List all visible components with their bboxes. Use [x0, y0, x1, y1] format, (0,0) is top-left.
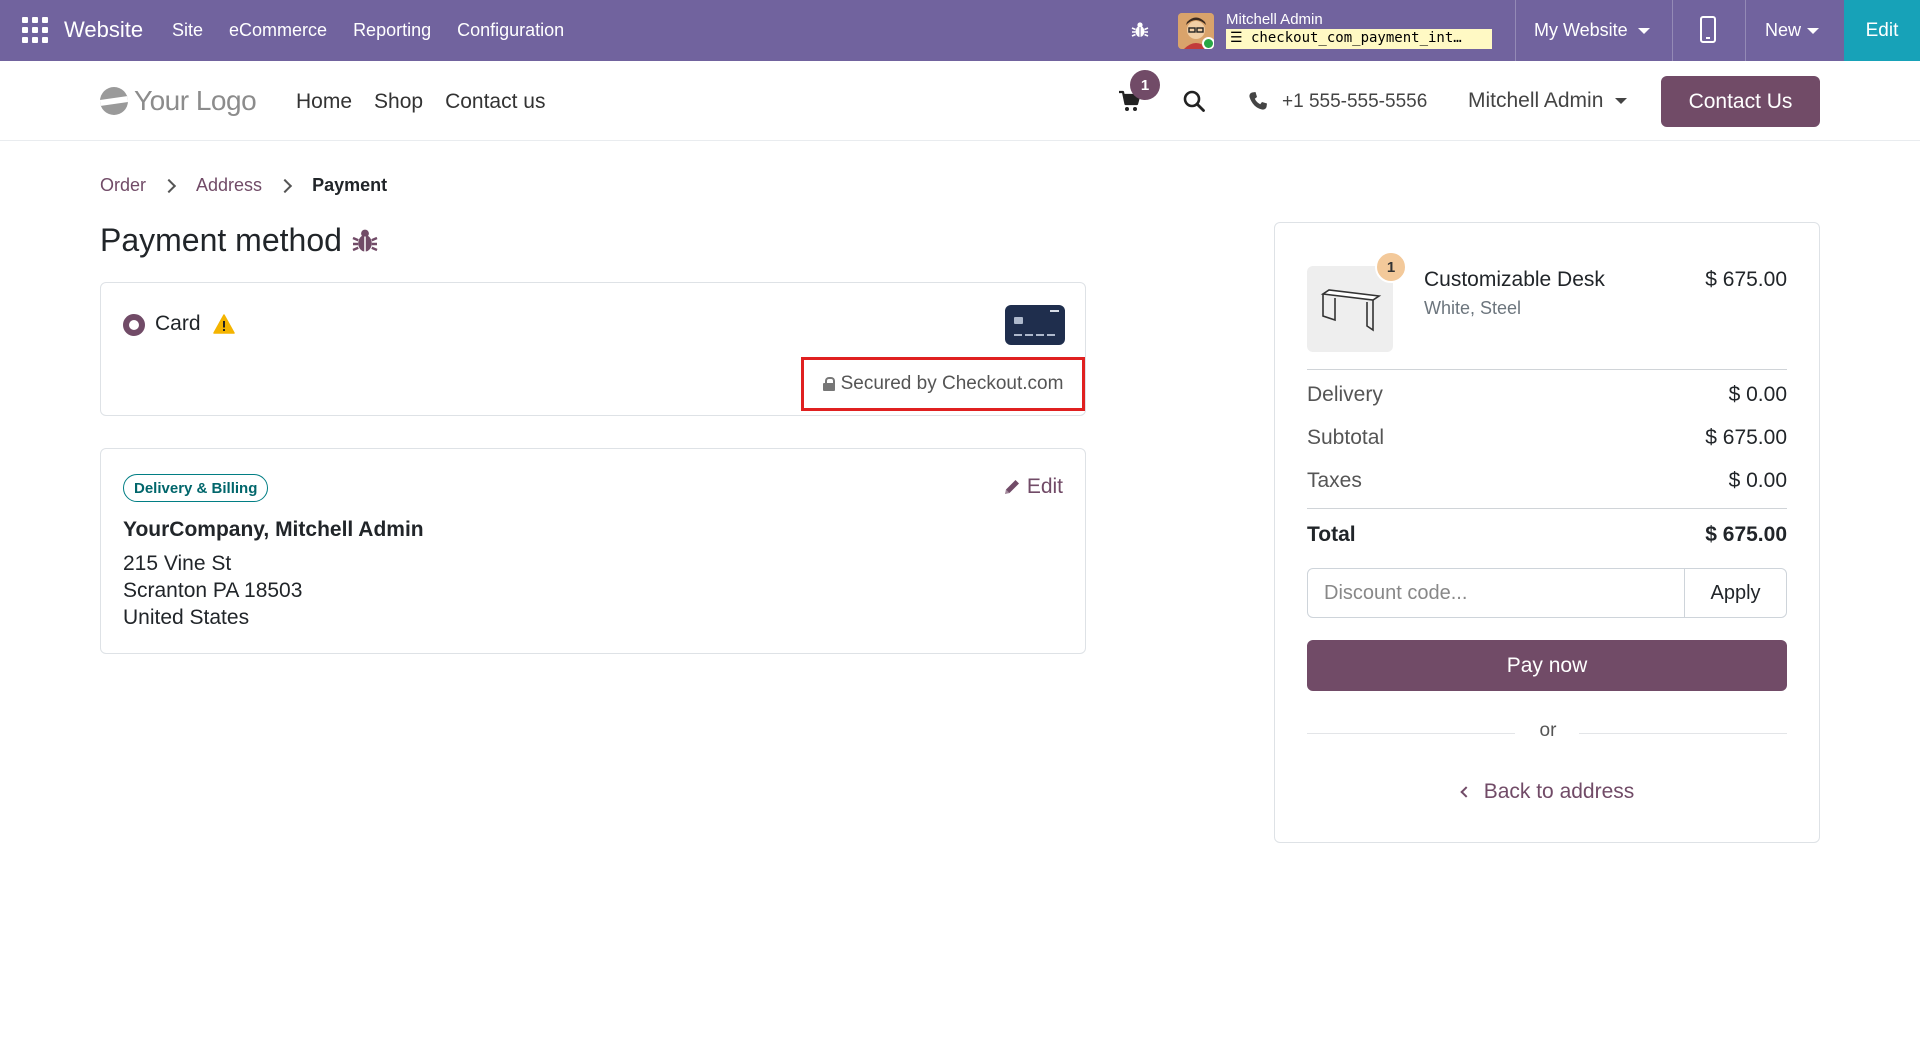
apps-grid-icon[interactable] [22, 17, 48, 43]
debug-bug-icon[interactable] [1130, 20, 1150, 40]
breadcrumb-address[interactable]: Address [196, 175, 262, 196]
secured-by-provider: Secured by Checkout.com [801, 357, 1085, 411]
product-name[interactable]: Customizable Desk [1424, 268, 1605, 292]
total-label: Total [1307, 523, 1356, 546]
discount-form: Apply [1307, 568, 1787, 618]
taxes-value: $ 0.00 [1728, 469, 1787, 492]
menu-site[interactable]: Site [172, 20, 203, 41]
chevron-down-icon [1615, 98, 1628, 104]
search-icon[interactable] [1182, 89, 1206, 113]
user-avatar[interactable] [1178, 13, 1214, 49]
card-label: Card [155, 312, 201, 335]
page-title-text: Payment method [100, 222, 342, 258]
product-quantity-badge: 1 [1375, 251, 1407, 283]
edit-address-link[interactable]: Edit [1003, 475, 1063, 499]
subtotal-value: $ 675.00 [1705, 426, 1787, 449]
apply-discount-button[interactable]: Apply [1684, 569, 1786, 617]
chevron-right-icon [277, 178, 293, 193]
new-content-button[interactable]: New [1765, 20, 1820, 41]
total-value: $ 675.00 [1705, 523, 1787, 546]
pay-now-button[interactable]: Pay now [1307, 640, 1787, 691]
lock-icon [822, 377, 835, 391]
edit-button[interactable]: Edit [1844, 0, 1920, 61]
breadcrumb-order[interactable]: Order [100, 175, 146, 196]
chevron-left-icon [1460, 786, 1472, 798]
new-label: New [1765, 20, 1802, 40]
contact-us-button[interactable]: Contact Us [1661, 76, 1820, 127]
mobile-preview-icon[interactable] [1700, 16, 1716, 43]
address-city: Scranton PA 18503 [123, 579, 303, 602]
total-row: Total $ 675.00 [1307, 523, 1787, 547]
checkout-breadcrumb: Order Address Payment [100, 175, 387, 196]
chevron-down-icon [1637, 27, 1650, 34]
delivery-label: Delivery [1307, 383, 1383, 406]
credit-card-icon [1005, 305, 1065, 345]
chevron-right-icon [161, 178, 177, 193]
admin-menu: Site eCommerce Reporting Configuration [172, 20, 564, 41]
site-nav: Home Shop Contact us [296, 90, 545, 114]
back-to-address-link[interactable]: Back to address [1275, 780, 1821, 804]
warning-icon [213, 314, 235, 334]
menu-ecommerce[interactable]: eCommerce [229, 20, 327, 41]
edit-label: Edit [1026, 475, 1063, 498]
order-summary: 1 Customizable Desk White, Steel $ 675.0… [1274, 222, 1820, 843]
address-name: YourCompany, Mitchell Admin [123, 518, 424, 541]
chevron-down-icon [1807, 27, 1820, 34]
address-street: 215 Vine St [123, 552, 232, 575]
product-price: $ 675.00 [1705, 268, 1787, 291]
account-dropdown[interactable]: Mitchell Admin [1468, 89, 1628, 113]
delivery-value: $ 0.00 [1728, 383, 1787, 406]
database-name: ☰ checkout_com_payment_int… [1226, 29, 1492, 49]
divider-right [1579, 733, 1787, 734]
payment-method-card[interactable]: Card Secured by Checkout.com [100, 282, 1086, 416]
database-icon: ☰ [1230, 30, 1243, 46]
account-name: Mitchell Admin [1468, 89, 1604, 112]
my-website-dropdown[interactable]: My Website [1534, 20, 1650, 41]
phone-icon [1249, 92, 1267, 110]
taxes-label: Taxes [1307, 469, 1362, 492]
online-status-icon [1202, 37, 1214, 49]
taxes-row: Taxes $ 0.00 [1307, 469, 1787, 493]
logo-mark-icon [100, 87, 128, 115]
breadcrumb-payment: Payment [312, 175, 388, 195]
page-title: Payment method [100, 222, 380, 259]
card-radio[interactable] [123, 314, 145, 336]
or-separator: or [1539, 720, 1557, 741]
menu-reporting[interactable]: Reporting [353, 20, 431, 41]
product-variant: White, Steel [1424, 298, 1522, 318]
app-brand[interactable]: Website [64, 17, 143, 43]
logo-text: Your Logo [134, 85, 257, 116]
delivery-billing-badge: Delivery & Billing [123, 474, 269, 502]
nav-contact-us[interactable]: Contact us [445, 90, 545, 114]
site-logo[interactable]: Your Logo [100, 85, 257, 117]
database-label: checkout_com_payment_int… [1251, 30, 1462, 46]
subtotal-label: Subtotal [1307, 426, 1385, 449]
address-country: United States [123, 606, 250, 629]
cart-count-badge: 1 [1130, 70, 1160, 100]
nav-home[interactable]: Home [296, 90, 352, 114]
phone-number[interactable]: +1 555-555-5556 [1282, 91, 1427, 113]
site-header: Your Logo Home Shop Contact us 1 +1 555-… [0, 61, 1920, 141]
nav-shop[interactable]: Shop [374, 90, 423, 114]
admin-user-name[interactable]: Mitchell Admin [1226, 11, 1323, 28]
pencil-icon [1004, 480, 1019, 494]
secured-text: Secured by Checkout.com [840, 373, 1064, 394]
admin-navbar: Website Site eCommerce Reporting Configu… [0, 0, 1920, 61]
menu-configuration[interactable]: Configuration [457, 20, 564, 41]
subtotal-row: Subtotal $ 675.00 [1307, 426, 1787, 450]
address-card: Delivery & Billing Edit YourCompany, Mit… [100, 448, 1086, 654]
discount-code-input[interactable] [1308, 569, 1684, 617]
my-website-label: My Website [1534, 20, 1628, 40]
back-to-address-label: Back to address [1483, 780, 1635, 803]
bug-icon [352, 229, 378, 251]
delivery-row: Delivery $ 0.00 [1307, 383, 1787, 407]
